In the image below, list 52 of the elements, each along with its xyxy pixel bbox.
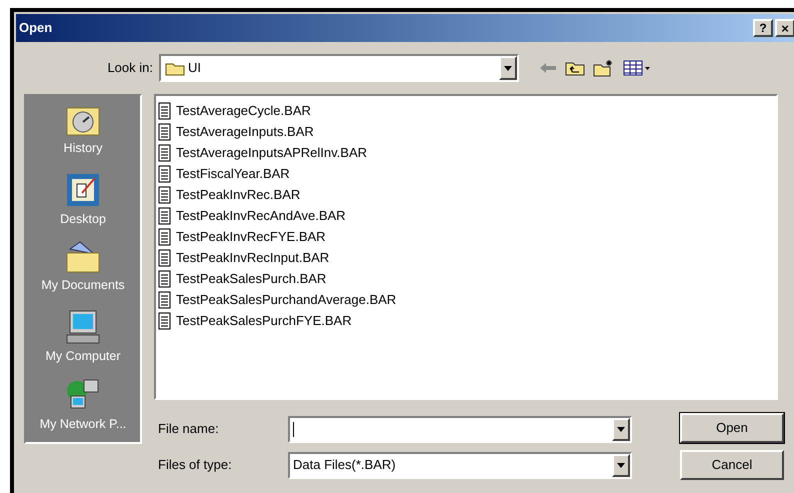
file-item[interactable]: TestPeakSalesPurchFYE.BAR bbox=[158, 310, 776, 331]
file-type-dropdown[interactable]: Data Files(*.BAR) bbox=[288, 452, 632, 478]
close-button[interactable]: × bbox=[775, 19, 794, 37]
document-icon bbox=[158, 270, 172, 288]
file-item[interactable]: TestFiscalYear.BAR bbox=[158, 163, 776, 184]
file-item[interactable]: TestPeakInvRec.BAR bbox=[158, 184, 776, 205]
file-name-label: File name: bbox=[157, 420, 220, 438]
file-item[interactable]: TestPeakInvRecInput.BAR bbox=[158, 247, 776, 268]
document-icon bbox=[158, 102, 172, 120]
document-icon bbox=[158, 290, 172, 308]
document-icon bbox=[158, 122, 172, 140]
help-button[interactable]: ? bbox=[753, 19, 773, 37]
document-icon bbox=[158, 206, 172, 224]
caret-icon bbox=[617, 462, 625, 468]
places-item[interactable]: My Network P... bbox=[40, 378, 126, 442]
places-item[interactable]: My Computer bbox=[45, 310, 121, 374]
dropdown-button[interactable] bbox=[499, 56, 517, 80]
file-type-value: Data Files(*.BAR) bbox=[293, 456, 397, 474]
places-item[interactable]: Desktop bbox=[60, 172, 106, 236]
view-menu-icon[interactable] bbox=[623, 60, 651, 76]
file-item[interactable]: TestPeakInvRecFYE.BAR bbox=[158, 226, 776, 247]
caret-icon bbox=[504, 66, 512, 70]
document-icon bbox=[158, 144, 172, 162]
dialog-button[interactable]: Cancel bbox=[680, 450, 784, 480]
document-icon bbox=[158, 248, 172, 266]
dialog-button[interactable]: Open bbox=[680, 413, 784, 443]
look-in-value: UI bbox=[188, 59, 202, 78]
file-name-field[interactable] bbox=[288, 416, 632, 442]
document-icon bbox=[158, 228, 172, 246]
computer-icon bbox=[66, 310, 100, 344]
window-title: Open bbox=[19, 19, 54, 38]
look-in-label: Look in: bbox=[106, 59, 154, 78]
caret-icon bbox=[617, 426, 625, 432]
document-icon bbox=[158, 164, 172, 182]
new-folder-icon[interactable] bbox=[593, 59, 615, 77]
file-item[interactable]: TestAverageInputsAPRelInv.BAR bbox=[158, 142, 776, 163]
up-folder-icon[interactable] bbox=[565, 60, 585, 76]
places-item[interactable]: My Documents bbox=[41, 241, 125, 305]
places-item[interactable]: History bbox=[64, 104, 102, 168]
document-icon bbox=[158, 186, 172, 204]
document-icon bbox=[158, 312, 172, 330]
file-item[interactable]: TestPeakInvRecAndAve.BAR bbox=[158, 205, 776, 226]
file-type-label: Files of type: bbox=[157, 456, 233, 474]
file-item[interactable]: TestAverageCycle.BAR bbox=[158, 100, 776, 121]
dropdown-button[interactable] bbox=[612, 454, 630, 476]
folder-icon bbox=[66, 241, 100, 274]
file-item[interactable]: TestPeakSalesPurchandAverage.BAR bbox=[158, 289, 776, 310]
file-item[interactable]: TestPeakSalesPurch.BAR bbox=[158, 268, 776, 289]
dropdown-button[interactable] bbox=[612, 418, 630, 440]
look-in-dropdown[interactable]: UI bbox=[159, 54, 519, 82]
desktop-icon bbox=[66, 172, 100, 207]
file-item[interactable]: TestAverageInputs.BAR bbox=[158, 121, 776, 142]
